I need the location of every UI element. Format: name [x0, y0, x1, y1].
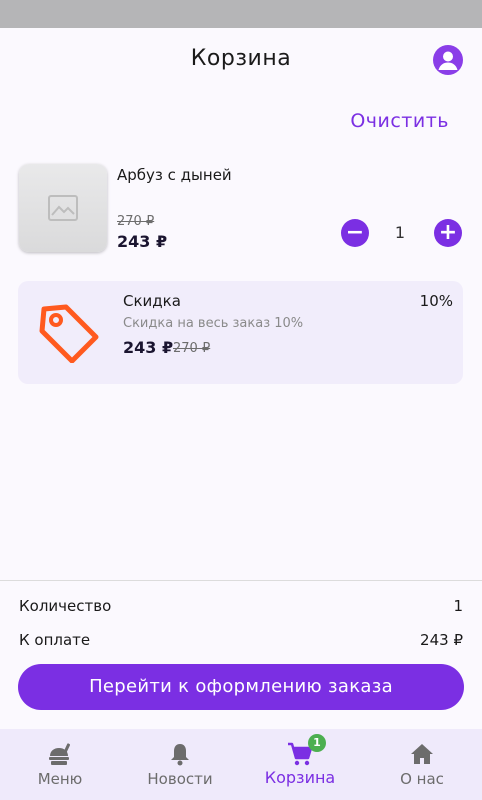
nav-item-menu[interactable]: Меню	[0, 729, 120, 800]
page-title: Корзина	[190, 46, 292, 71]
app-header: Корзина	[0, 28, 482, 94]
food-icon	[49, 743, 71, 765]
discount-old-price: 270 ₽	[173, 341, 211, 356]
home-icon	[411, 744, 433, 764]
nav-item-news[interactable]: Новости	[120, 729, 240, 800]
discount-price: 243 ₽	[123, 338, 174, 357]
summary-total-value: 243 ₽	[420, 631, 463, 649]
cart-count-badge: 1	[308, 734, 326, 752]
bell-icon	[171, 744, 189, 766]
nav-item-cart[interactable]: 1 Корзина	[240, 729, 360, 800]
discount-title: Скидка	[123, 292, 181, 310]
nav-item-about[interactable]: О нас	[362, 729, 482, 800]
image-placeholder-icon	[48, 195, 78, 221]
product-name: Арбуз с дыней	[117, 166, 232, 184]
product-price: 243 ₽	[117, 232, 168, 251]
discount-description: Скидка на весь заказ 10%	[123, 316, 304, 331]
summary-total-label: К оплате	[19, 631, 91, 649]
quantity-value: 1	[394, 223, 406, 242]
checkout-button[interactable]: Перейти к оформлению заказа	[18, 664, 464, 710]
summary-quantity-value: 1	[453, 597, 463, 615]
summary-quantity-label: Количество	[19, 597, 112, 615]
summary-total-row: К оплате 243 ₽	[19, 631, 463, 649]
discount-card: Скидка 10% Скидка на весь заказ 10% 243 …	[18, 281, 463, 384]
cart-item: Арбуз с дыней 270 ₽ 243 ₽ − 1 +	[18, 163, 464, 255]
product-old-price: 270 ₽	[117, 214, 155, 229]
minus-icon: −	[345, 220, 365, 245]
status-bar	[0, 0, 482, 28]
price-tag-icon	[39, 304, 99, 363]
nav-label-news: Новости	[147, 770, 213, 788]
summary-quantity-row: Количество 1	[19, 597, 463, 615]
nav-label-about: О нас	[400, 770, 444, 788]
clear-cart-button[interactable]: Очистить	[350, 110, 449, 132]
plus-icon: +	[438, 220, 458, 245]
product-image[interactable]	[19, 164, 107, 252]
bottom-nav: Меню Новости 1 Корзина О нас	[0, 729, 482, 800]
discount-percent: 10%	[419, 292, 453, 310]
nav-label-cart: Корзина	[264, 768, 336, 787]
user-circle-icon	[438, 51, 458, 70]
summary-divider	[0, 580, 482, 581]
increase-quantity-button[interactable]: +	[434, 219, 462, 247]
decrease-quantity-button[interactable]: −	[341, 219, 369, 247]
profile-button[interactable]	[433, 45, 463, 75]
nav-label-menu: Меню	[37, 770, 83, 788]
